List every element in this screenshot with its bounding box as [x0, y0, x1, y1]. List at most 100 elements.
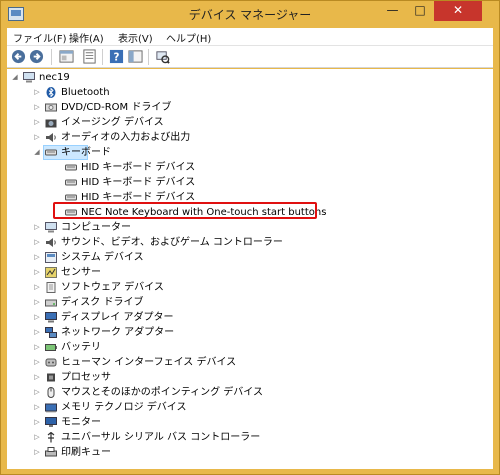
collapse-toggle[interactable]: ▷ — [33, 445, 41, 460]
tree-item-battery[interactable]: ▷ バッテリ — [11, 340, 151, 355]
panel-icon[interactable] — [128, 49, 143, 64]
collapse-toggle[interactable]: ▷ — [33, 400, 41, 415]
keyboard-icon — [65, 179, 77, 186]
tree-item-disk-drives[interactable]: ▷ ディスク ドライブ — [11, 295, 191, 310]
tree-item-label: DVD/CD-ROM ドライブ — [61, 102, 172, 113]
menu-file[interactable]: ファイル(F) — [13, 30, 67, 45]
disk-drive-icon — [45, 299, 57, 307]
tree-item-memory-tech[interactable]: ▷ メモリ テクノロジ デバイス — [11, 400, 211, 415]
collapse-toggle[interactable]: ▷ — [33, 415, 41, 430]
tree-item-label: メモリ テクノロジ デバイス — [61, 402, 187, 413]
collapse-toggle[interactable]: ▷ — [33, 430, 41, 445]
toolbar-separator — [51, 49, 52, 65]
collapse-toggle[interactable]: ▷ — [33, 340, 41, 355]
tree-item-label: マウスとそのほかのポインティング デバイス — [61, 387, 263, 398]
keyboard-icon — [45, 149, 57, 156]
title-bar[interactable]: デバイス マネージャー — □ ✕ — [1, 1, 499, 28]
computer-icon — [45, 222, 57, 233]
device-tree[interactable]: ◢ nec19 ▷ Bluetooth ▷ DVD/CD-ROM ドライブ ▷ … — [7, 69, 493, 469]
collapse-toggle[interactable]: ▷ — [33, 280, 41, 295]
tree-item-bluetooth[interactable]: ▷ Bluetooth — [11, 85, 211, 100]
red-highlight-box — [53, 202, 317, 219]
keyboard-icon — [65, 164, 77, 171]
close-button[interactable]: ✕ — [434, 1, 482, 21]
collapse-toggle[interactable]: ▷ — [33, 370, 41, 385]
tree-item-keyboard[interactable]: ◢ キーボード — [11, 145, 131, 160]
bluetooth-icon — [46, 87, 56, 98]
expand-toggle[interactable]: ◢ — [11, 70, 19, 85]
tree-item-dvd[interactable]: ▷ DVD/CD-ROM ドライブ — [11, 100, 231, 115]
collapse-toggle[interactable]: ▷ — [33, 235, 41, 250]
collapse-toggle[interactable]: ▷ — [33, 130, 41, 145]
tree-item-label: コンピューター — [61, 222, 131, 233]
collapse-toggle[interactable]: ▷ — [33, 100, 41, 115]
tree-item-label: サウンド、ビデオ、およびゲーム コントローラー — [61, 237, 283, 248]
hid-icon — [45, 358, 57, 367]
tree-item-processors[interactable]: ▷ プロセッサ — [11, 370, 151, 385]
tree-item-sound-video-game[interactable]: ▷ サウンド、ビデオ、およびゲーム コントローラー — [11, 235, 283, 250]
forward-arrow-icon[interactable] — [29, 49, 44, 64]
collapse-toggle[interactable]: ▷ — [33, 295, 41, 310]
sensor-icon — [45, 267, 57, 278]
collapse-toggle[interactable]: ▷ — [33, 250, 41, 265]
tree-item-label: キーボード — [61, 147, 111, 158]
speaker-icon — [46, 133, 56, 142]
toolbar-separator — [102, 49, 103, 65]
tree-item-label: ヒューマン インターフェイス デバイス — [61, 357, 237, 368]
tree-root-node[interactable]: ◢ nec19 — [11, 70, 91, 85]
tree-item-print-queues[interactable]: ▷ 印刷キュー — [11, 445, 151, 460]
minimize-button[interactable]: — — [379, 1, 406, 21]
tree-item-imaging[interactable]: ▷ イメージング デバイス — [11, 115, 231, 130]
maximize-button[interactable]: □ — [407, 1, 433, 21]
tree-item-label: ネットワーク アダプター — [61, 327, 175, 338]
back-arrow-icon[interactable] — [11, 49, 26, 64]
mouse-icon — [47, 387, 55, 398]
collapse-toggle[interactable]: ▷ — [33, 385, 41, 400]
tree-item-label: システム デバイス — [61, 252, 144, 263]
tree-item-audio-io[interactable]: ▷ オーディオの入力および出力 — [11, 130, 251, 145]
tree-item-display-adapters[interactable]: ▷ ディスプレイ アダプター — [11, 310, 211, 325]
tree-item-label: バッテリ — [61, 342, 101, 353]
memory-device-icon — [45, 403, 57, 413]
tree-item-system-devices[interactable]: ▷ システム デバイス — [11, 250, 191, 265]
tree-item-sensors[interactable]: ▷ センサー — [11, 265, 171, 280]
tree-item-mice[interactable]: ▷ マウスとそのほかのポインティング デバイス — [11, 385, 271, 400]
tree-item-hid-keyboard[interactable]: HID キーボード デバイス — [11, 160, 211, 175]
battery-icon — [45, 344, 57, 351]
tree-item-hid-keyboard[interactable]: HID キーボード デバイス — [11, 175, 211, 190]
expand-toggle[interactable]: ◢ — [33, 145, 41, 160]
tree-item-label: Bluetooth — [61, 87, 110, 98]
properties-icon[interactable] — [59, 49, 74, 64]
collapse-toggle[interactable]: ▷ — [33, 325, 41, 340]
menu-action[interactable]: 操作(A) — [69, 30, 104, 45]
tree-item-network-adapters[interactable]: ▷ ネットワーク アダプター — [11, 325, 211, 340]
collapse-toggle[interactable]: ▷ — [33, 310, 41, 325]
tree-item-label: モニター — [61, 417, 101, 428]
tree-item-label: イメージング デバイス — [61, 117, 164, 128]
menu-help[interactable]: ヘルプ(H) — [166, 30, 211, 45]
tree-item-software-devices[interactable]: ▷ ソフトウェア デバイス — [11, 280, 191, 295]
collapse-toggle[interactable]: ▷ — [33, 220, 41, 235]
collapse-toggle[interactable]: ▷ — [33, 115, 41, 130]
show-hidden-icon[interactable] — [82, 49, 97, 64]
tree-item-label: ユニバーサル シリアル バス コントローラー — [61, 432, 261, 443]
tree-item-label: プロセッサ — [61, 372, 111, 383]
system-devices-icon — [45, 252, 57, 263]
tree-item-usb-controllers[interactable]: ▷ ユニバーサル シリアル バス コントローラー — [11, 430, 271, 445]
collapse-toggle[interactable]: ▷ — [33, 265, 41, 280]
menu-view[interactable]: 表示(V) — [118, 30, 153, 45]
collapse-toggle[interactable]: ▷ — [33, 355, 41, 370]
usb-icon — [47, 432, 55, 443]
camera-icon — [45, 119, 57, 128]
toolbar-separator — [148, 49, 149, 65]
help-icon[interactable]: ? — [109, 49, 124, 64]
tree-item-computer[interactable]: ▷ コンピューター — [11, 220, 171, 235]
device-manager-window: デバイス マネージャー — □ ✕ ファイル(F) 操作(A) 表示(V) ヘル… — [0, 0, 500, 475]
toolbar: ? — [7, 46, 493, 68]
tree-item-label: センサー — [61, 267, 101, 278]
scan-hardware-icon[interactable] — [155, 49, 170, 64]
collapse-toggle[interactable]: ▷ — [33, 85, 41, 100]
tree-item-hid[interactable]: ▷ ヒューマン インターフェイス デバイス — [11, 355, 251, 370]
tree-item-monitors[interactable]: ▷ モニター — [11, 415, 151, 430]
printer-icon — [45, 447, 57, 457]
